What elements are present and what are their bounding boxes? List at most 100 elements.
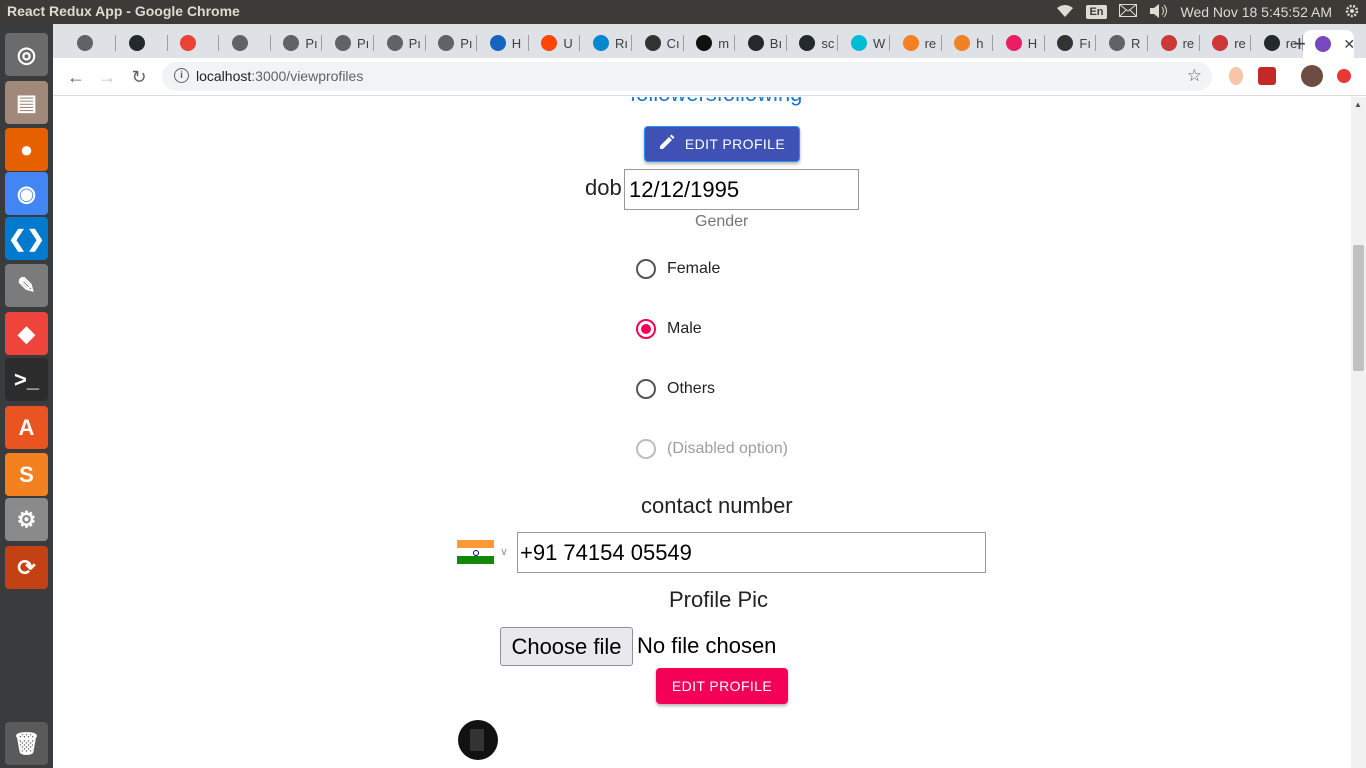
tab-strip: Pı Pı Pı Pı H U Rı Cı m Bı sc Wre h H Fı Rre re re ✕ + [53,24,1366,58]
tab-favicon-icon [696,35,713,51]
tab-favicon-icon [954,35,971,51]
tab[interactable]: Pı [271,30,323,56]
dash-home-icon[interactable]: ◎ [5,33,48,76]
choose-file-button[interactable]: Choose file [500,627,633,666]
tab[interactable]: W [839,30,890,56]
update-icon[interactable] [1337,69,1351,83]
tab-active[interactable]: ✕ [1303,30,1355,58]
text-editor-icon[interactable]: ✎ [5,264,48,307]
tab[interactable]: h [942,30,994,56]
tab-favicon-icon [541,35,558,51]
gender-option[interactable]: Female [636,257,720,281]
tab-favicon-icon [644,35,661,51]
dob-input[interactable] [624,169,859,210]
radio-button[interactable] [636,319,656,339]
chrome-icon[interactable]: ◉ [5,172,48,215]
tab-favicon-icon [283,35,300,51]
tab-favicon-icon [128,35,145,51]
tab[interactable]: Pı [375,30,426,56]
anydesk-icon[interactable]: ◆ [5,312,48,355]
edit-profile-button-top[interactable]: EDIT PROFILE [644,126,800,162]
scrollbar-thumb[interactable] [1353,245,1364,371]
power-gear-icon[interactable] [1344,3,1360,22]
sublime-icon[interactable]: S [5,453,48,496]
tab-label: Pı [408,35,421,51]
phone-number-input[interactable] [517,532,986,573]
tab-label: H [1027,35,1038,51]
system-top-bar: React Redux App - Google Chrome En Wed N… [0,0,1366,24]
tab[interactable] [117,30,168,56]
volume-icon[interactable] [1149,3,1169,21]
page-content: followersfollowing EDIT PROFILE dob Gend… [53,97,1351,768]
url-text[interactable]: localhost:3000/viewprofiles [196,68,363,84]
radio-button[interactable] [636,379,656,399]
tab[interactable]: Pı [426,30,478,56]
tab[interactable]: m [684,30,736,56]
address-bar[interactable]: i localhost:3000/viewprofiles ☆ [162,62,1212,91]
tab[interactable]: Fı [1045,30,1097,56]
tab[interactable]: sc [787,30,839,56]
wifi-icon[interactable] [1056,4,1074,21]
terminal-icon[interactable]: >_ [5,358,48,401]
tab-label: Rı [615,35,628,51]
gender-option[interactable]: Others [636,377,715,401]
tab[interactable]: Rı [581,30,632,56]
tab[interactable]: H [994,30,1045,56]
tab[interactable]: Cı [633,30,684,56]
gender-option: (Disabled option) [636,437,788,461]
edit-profile-button-bottom[interactable]: EDIT PROFILE [656,668,788,704]
reload-icon[interactable]: ↻ [128,66,150,88]
tab[interactable]: re [1200,30,1252,56]
profile-avatar-image [458,720,498,760]
india-flag-icon[interactable] [457,540,494,564]
tab[interactable] [220,30,271,56]
followers-following-link[interactable]: followersfollowing [630,97,802,107]
profile-avatar[interactable] [1301,65,1323,87]
files-icon[interactable]: ▤ [5,81,48,124]
tab-label: Fı [1079,35,1091,51]
trash-icon[interactable]: 🗑 [5,722,48,765]
radio-button[interactable] [636,259,656,279]
back-arrow-icon[interactable]: ← [65,66,87,88]
mail-icon[interactable] [1118,4,1137,20]
launcher: ◎ ▤ ● ◉ ❮❯ ✎ ◆ >_ A S ⚙ ⟳ 🗑 [0,24,53,768]
software-center-icon[interactable]: A [5,406,48,449]
extension-icon[interactable] [1229,67,1243,85]
tab[interactable]: H [478,30,529,56]
tab-favicon-icon [231,35,248,51]
tab[interactable]: Pı [323,30,374,56]
tab[interactable]: Bı [736,30,787,56]
tab[interactable] [65,30,116,56]
tab[interactable]: R [1097,30,1148,56]
tab-label: Pı [460,35,473,51]
tab[interactable] [168,30,220,56]
country-dropdown-chevron-icon[interactable]: ∨ [500,545,508,558]
extension-red-icon[interactable] [1258,67,1276,85]
tab-favicon-icon [1005,35,1022,51]
bookmark-star-icon[interactable]: ☆ [1187,66,1202,86]
keyboard-layout-indicator[interactable]: En [1086,5,1107,19]
scroll-up-arrow-icon[interactable]: ▲ [1354,100,1362,109]
tab[interactable]: U [529,30,581,56]
tab[interactable]: re [1149,30,1200,56]
tab-close-icon[interactable]: ✕ [1343,36,1354,53]
tab[interactable]: re [891,30,942,56]
settings-icon[interactable]: ⚙ [5,498,48,541]
software-updater-icon[interactable]: ⟳ [5,546,48,589]
tab-favicon-icon [1057,35,1074,51]
tab-label: R [1131,35,1141,51]
vscode-icon[interactable]: ❮❯ [5,217,48,260]
radio-button [636,439,656,459]
tab-favicon-icon [1315,36,1332,52]
tab-label: re [924,35,937,51]
contact-number-label: contact number [641,493,793,518]
browser-toolbar: ← → ↻ i localhost:3000/viewprofiles ☆ [53,58,1366,96]
tab-favicon-icon [438,35,455,51]
firefox-icon[interactable]: ● [5,128,48,171]
gender-option[interactable]: Male [636,317,702,341]
new-tab-button[interactable]: + [1293,31,1306,57]
site-info-icon[interactable]: i [174,68,189,83]
page-scrollbar[interactable]: ▲ [1351,97,1366,768]
forward-arrow-icon[interactable]: → [96,66,118,88]
clock[interactable]: Wed Nov 18 5:45:52 AM [1181,4,1333,20]
